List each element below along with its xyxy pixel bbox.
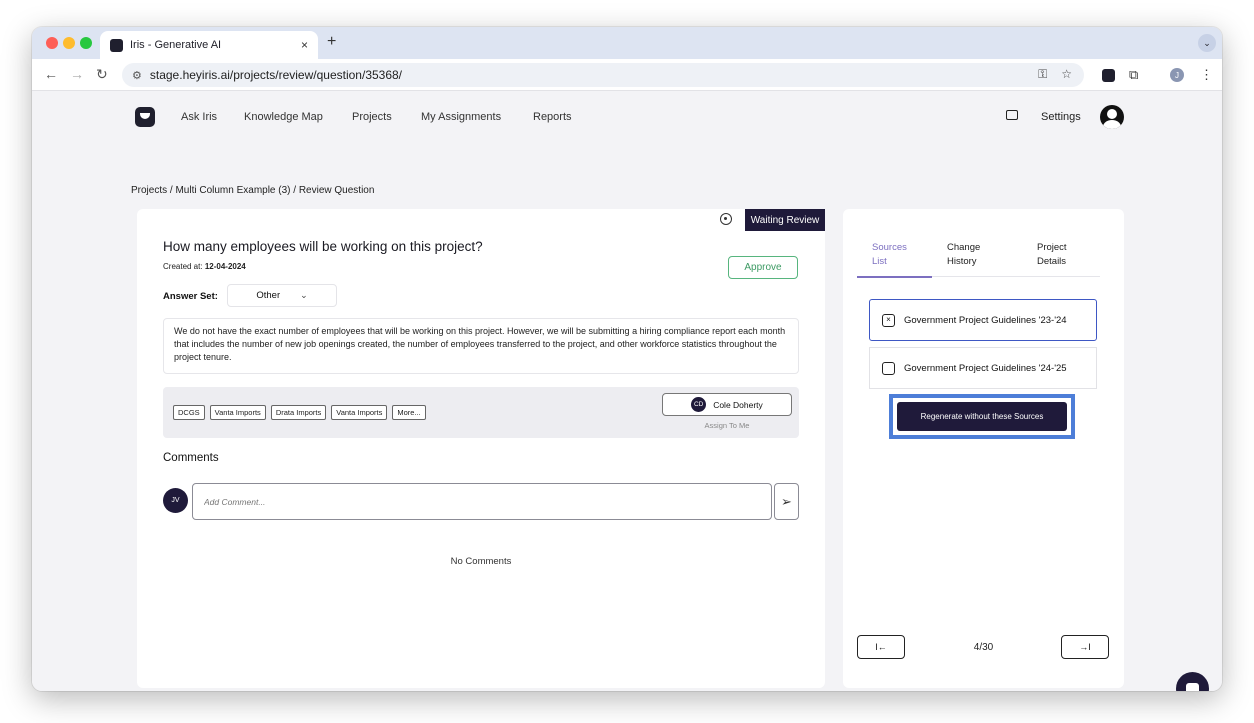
- iris-logo-icon[interactable]: [135, 107, 155, 127]
- created-label: Created at:: [163, 262, 203, 271]
- tab-close-icon[interactable]: ×: [301, 38, 308, 52]
- tab-project-line1: Project: [1037, 242, 1067, 253]
- tab-change-line2: History: [947, 255, 977, 267]
- nav-my-assignments[interactable]: My Assignments: [421, 111, 501, 123]
- source-label: Government Project Guidelines '24-'25: [904, 362, 1067, 374]
- assignee-name: Cole Doherty: [713, 399, 763, 410]
- back-icon[interactable]: ←: [44, 66, 58, 82]
- answer-set-label: Answer Set:: [163, 291, 218, 302]
- new-tab-button[interactable]: +: [327, 33, 336, 51]
- comment-input[interactable]: [192, 483, 772, 520]
- bookmark-star-icon[interactable]: ☆: [1061, 67, 1072, 82]
- reload-icon[interactable]: ↻: [96, 66, 108, 83]
- password-key-icon[interactable]: ⚿: [1038, 67, 1047, 82]
- tab-change-line1: Change: [947, 242, 981, 253]
- chat-bubble-icon[interactable]: [1176, 672, 1209, 691]
- site-settings-icon[interactable]: ⚙: [132, 69, 142, 82]
- tag-dcgs[interactable]: DCGS: [173, 405, 205, 420]
- answer-set-select[interactable]: Other ⌄: [227, 284, 337, 307]
- tab-sources-line2: List: [872, 255, 887, 267]
- no-comments-text: No Comments: [450, 556, 512, 567]
- checkbox-checked-icon[interactable]: ×: [882, 313, 895, 327]
- answer-set-value: Other: [256, 290, 281, 301]
- created-date-value: 12-04-2024: [204, 262, 246, 271]
- regenerate-highlight: Regenerate without these Sources: [889, 394, 1075, 439]
- active-tab-underline: [857, 276, 932, 278]
- tag-drata-imports[interactable]: Drata Imports: [270, 405, 327, 420]
- sources-panel: Sources List Change History Project Deta…: [843, 209, 1124, 688]
- iris-favicon-icon: [110, 38, 123, 52]
- tab-project-line2: Details: [1037, 255, 1067, 267]
- iris-extension-icon[interactable]: [1102, 69, 1115, 82]
- chevron-down-icon: ⌄: [300, 290, 308, 300]
- source-item[interactable]: Government Project Guidelines '24-'25: [869, 347, 1097, 389]
- comments-title: Comments: [163, 452, 219, 464]
- extensions-puzzle-icon[interactable]: ⧉: [1129, 67, 1138, 83]
- profile-avatar[interactable]: J: [1170, 68, 1184, 82]
- nav-knowledge-map[interactable]: Knowledge Map: [244, 111, 323, 123]
- checkbox-unchecked-icon[interactable]: [882, 361, 895, 375]
- created-date: Created at: 12-04-2024: [163, 262, 246, 271]
- tab-change-history[interactable]: Change History: [947, 241, 980, 269]
- assign-to-me-link[interactable]: Assign To Me: [662, 421, 792, 430]
- question-title: How many employees will be working on th…: [163, 239, 483, 254]
- tag-list: DCGS Vanta Imports Drata Imports Vanta I…: [173, 405, 426, 420]
- tab-sources-line1: Sources: [872, 242, 907, 253]
- tab-divider: [932, 276, 1100, 277]
- address-bar[interactable]: ⚙ stage.heyiris.ai/projects/review/quest…: [122, 63, 1084, 87]
- assignee-avatar: CD: [691, 397, 707, 412]
- status-badge: Waiting Review: [745, 209, 825, 231]
- zoom-window-dot[interactable]: [80, 37, 92, 49]
- app-page: Ask Iris Knowledge Map Projects My Assig…: [32, 92, 1222, 691]
- regenerate-button[interactable]: Regenerate without these Sources: [897, 402, 1067, 431]
- nav-reports[interactable]: Reports: [533, 111, 572, 123]
- nav-projects[interactable]: Projects: [352, 111, 392, 123]
- user-avatar-icon[interactable]: [1100, 105, 1124, 129]
- forward-icon[interactable]: →: [70, 66, 84, 82]
- tab-sources-list[interactable]: Sources List: [872, 241, 907, 269]
- tab-title: Iris - Generative AI: [130, 39, 222, 51]
- tab-project-details[interactable]: Project Details: [1037, 241, 1067, 269]
- tag-more[interactable]: More...: [392, 405, 426, 420]
- browser-menu-icon[interactable]: ⋮: [1200, 67, 1213, 83]
- breadcrumb: Projects / Multi Column Example (3) / Re…: [131, 185, 375, 196]
- source-label: Government Project Guidelines '23-'24: [904, 314, 1067, 326]
- tag-bar: DCGS Vanta Imports Drata Imports Vanta I…: [163, 387, 799, 438]
- tab-strip: Iris - Generative AI × + ⌄: [32, 27, 1222, 59]
- nav-ask-iris[interactable]: Ask Iris: [181, 111, 217, 123]
- assignee-button[interactable]: CD Cole Doherty: [662, 393, 792, 416]
- last-page-button[interactable]: →I: [1061, 635, 1109, 659]
- url-text: stage.heyiris.ai/projects/review/questio…: [149, 68, 403, 82]
- minimize-window-dot[interactable]: [63, 37, 75, 49]
- source-item[interactable]: × Government Project Guidelines '23-'24: [869, 299, 1097, 341]
- tag-vanta-imports-2[interactable]: Vanta Imports: [331, 405, 388, 420]
- approve-button[interactable]: Approve: [728, 256, 798, 279]
- commenter-avatar: JV: [163, 488, 188, 513]
- refresh-icon[interactable]: [720, 213, 732, 225]
- question-card: Waiting Review How many employees will b…: [137, 209, 825, 688]
- browser-toolbar: ← → ↻ ⚙ stage.heyiris.ai/projects/review…: [32, 59, 1222, 91]
- send-icon[interactable]: ➢: [774, 483, 799, 520]
- browser-tab[interactable]: Iris - Generative AI ×: [100, 31, 318, 59]
- monitor-icon[interactable]: [1006, 110, 1018, 120]
- app-navbar: Ask Iris Knowledge Map Projects My Assig…: [32, 92, 1222, 142]
- close-window-dot[interactable]: [46, 37, 58, 49]
- tag-vanta-imports[interactable]: Vanta Imports: [209, 405, 266, 420]
- settings-link[interactable]: Settings: [1041, 111, 1081, 123]
- answer-text[interactable]: We do not have the exact number of emplo…: [163, 318, 799, 374]
- tab-search-icon[interactable]: ⌄: [1198, 34, 1216, 52]
- browser-window: Iris - Generative AI × + ⌄ ← → ↻ ⚙ stage…: [32, 27, 1222, 691]
